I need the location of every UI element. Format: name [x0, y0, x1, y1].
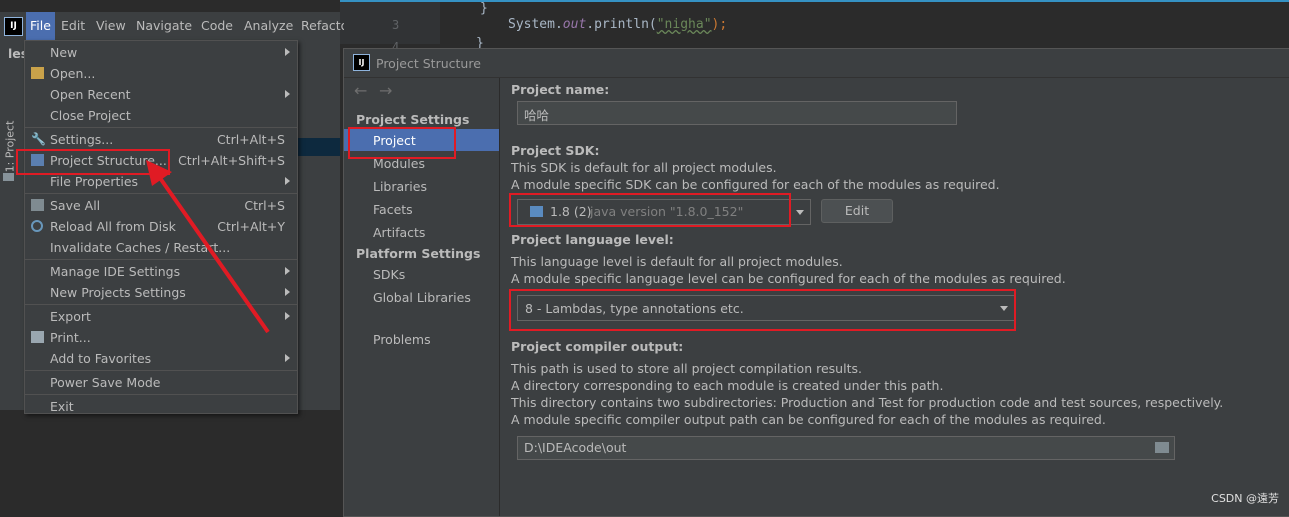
watermark: CSDN @遠芳 [1211, 492, 1279, 505]
annotation-arrow [146, 160, 270, 334]
